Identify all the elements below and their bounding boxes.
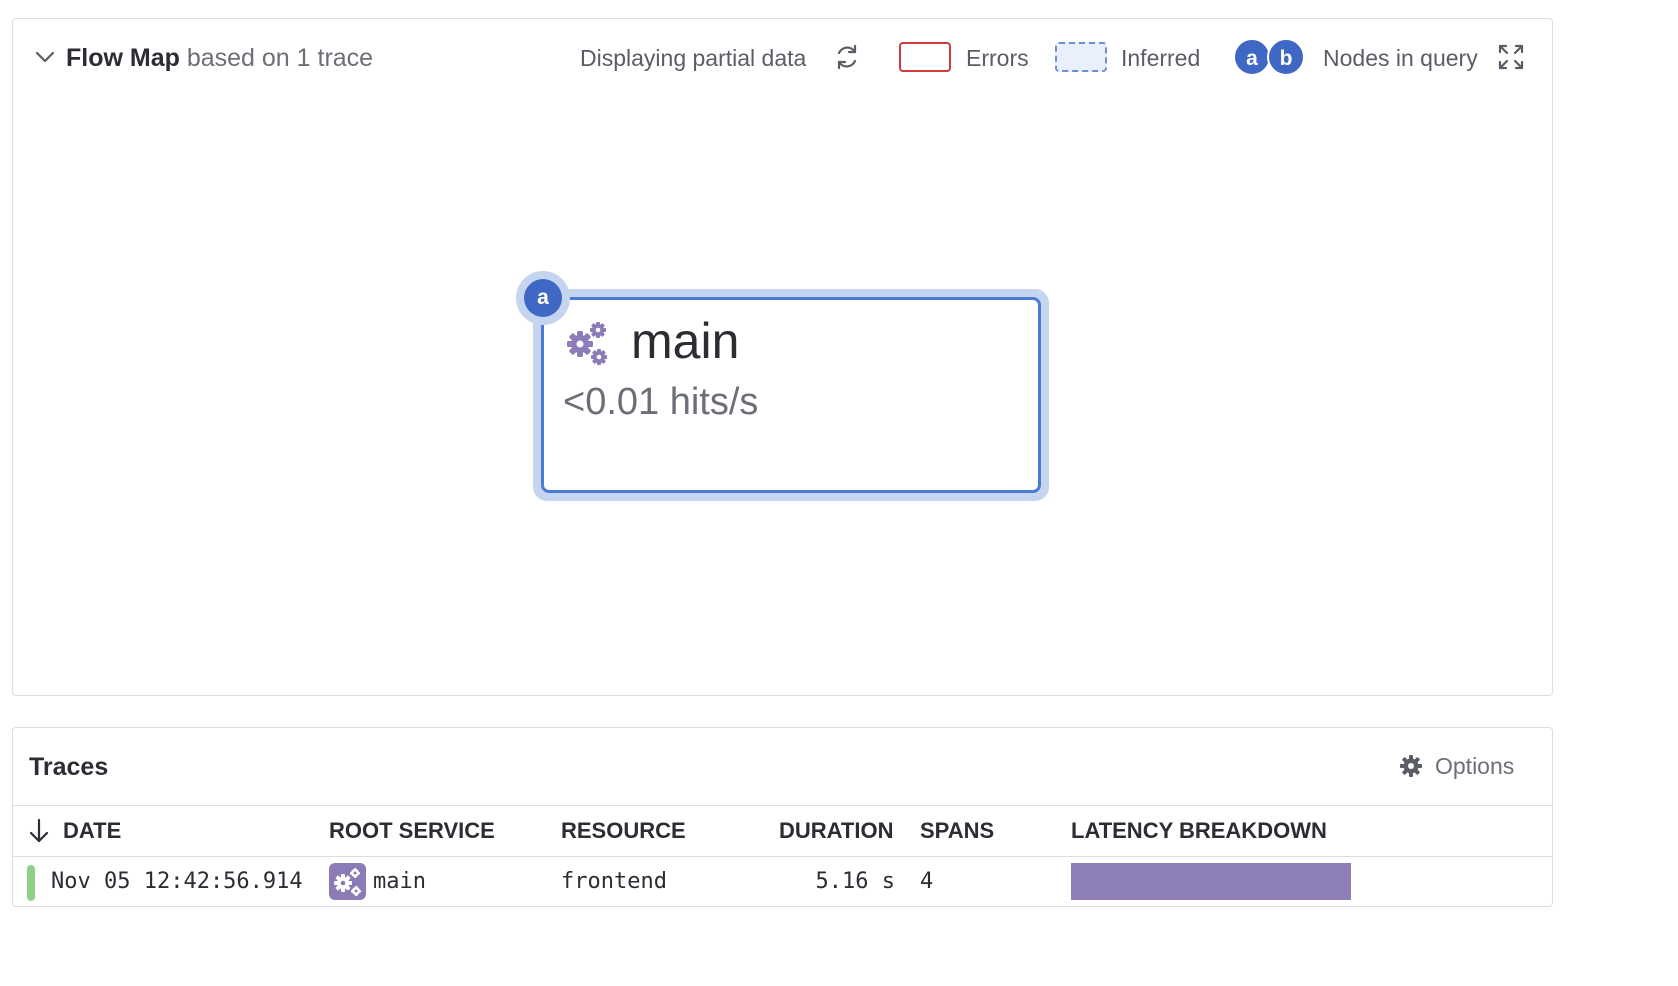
expand-icon[interactable] <box>1497 43 1525 71</box>
query-node-dot-b: b <box>1267 38 1305 76</box>
service-gears-icon <box>334 868 361 896</box>
latency-breakdown-bar <box>1071 863 1351 900</box>
column-header-latency-breakdown[interactable]: LATENCY BREAKDOWN <box>1071 806 1327 856</box>
inferred-legend-swatch <box>1055 42 1107 72</box>
flow-map-title-subtitle: based on 1 trace <box>186 44 374 72</box>
query-node-dot-a: a <box>1233 38 1271 76</box>
service-icon <box>329 863 366 900</box>
flow-map-header: Flow Map based on 1 trace Displaying par… <box>13 19 1552 99</box>
refresh-icon[interactable] <box>833 43 861 71</box>
column-header-spans[interactable]: SPANS <box>920 806 994 856</box>
partial-data-label: Displaying partial data <box>580 45 807 71</box>
flow-map-title-main: Flow Map <box>66 44 180 72</box>
service-node-badge: a <box>524 279 562 317</box>
table-row[interactable]: Nov 05 12:42:56.914 main frontend 5.16 s… <box>13 857 1552 906</box>
column-header-date[interactable]: DATE <box>63 806 121 856</box>
inferred-legend-label: Inferred <box>1121 45 1201 71</box>
traces-title: Traces <box>29 753 109 781</box>
service-gears-icon <box>567 322 607 365</box>
traces-table-header: DATE ROOT SERVICE RESOURCE DURATION SPAN… <box>13 805 1552 857</box>
cell-date: Nov 05 12:42:56.914 <box>51 869 303 894</box>
cell-root-service: main <box>373 869 426 894</box>
status-indicator <box>27 865 35 901</box>
cell-spans: 4 <box>920 869 934 894</box>
column-header-root-service[interactable]: ROOT SERVICE <box>329 806 495 856</box>
column-header-resource[interactable]: RESOURCE <box>561 806 686 856</box>
options-button[interactable]: Options <box>1399 750 1514 782</box>
sort-down-arrow-icon[interactable] <box>27 818 51 844</box>
errors-legend-label: Errors <box>966 45 1029 71</box>
gear-icon <box>1400 755 1422 777</box>
service-node-rate: <0.01 hits/s <box>563 381 759 423</box>
service-node-name: main <box>631 313 740 369</box>
options-label: Options <box>1435 752 1515 779</box>
traces-panel: Traces Options DATE ROOT SERVICE RESOURC… <box>12 727 1553 907</box>
cell-duration: 5.16 s <box>815 869 895 894</box>
errors-legend-swatch <box>899 42 951 72</box>
nodes-in-query-label: Nodes in query <box>1323 45 1478 71</box>
flow-map-panel: Flow Map based on 1 trace Displaying par… <box>12 18 1553 696</box>
chevron-down-icon[interactable] <box>35 49 55 65</box>
flow-map-title: Flow Map based on 1 trace <box>66 43 373 73</box>
column-header-duration[interactable]: DURATION <box>779 806 893 856</box>
cell-resource: frontend <box>561 869 667 894</box>
